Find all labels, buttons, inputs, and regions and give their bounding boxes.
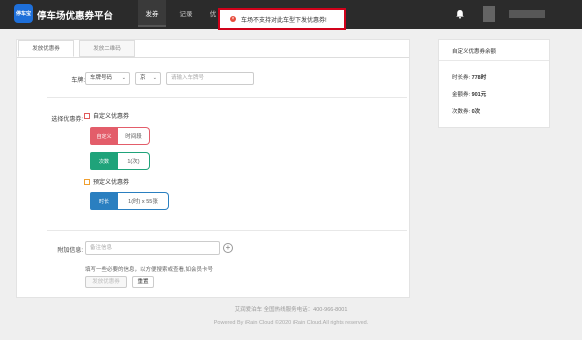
chevron-down-icon: ⌄ [121,75,126,81]
balance-duration: 时长券: 778时 [452,73,486,81]
plate-label: 车牌: [71,78,85,84]
issue-card: 发放优惠券 发放二维码 车牌: 车牌号码 ⌄ 京 ⌄ 请输入车牌号 选择优惠券:… [16,39,410,298]
coupon-duration[interactable]: 时长 1(时) x 55张 [90,192,169,210]
error-icon: × [230,15,236,22]
balance-count: 次数券: 0次 [452,107,480,115]
flag-icon [84,112,90,119]
add-icon[interactable]: + [223,243,233,253]
plate-type-value: 车牌号码 [90,75,113,81]
coupon-tag: 时长 [90,192,118,210]
chevron-down-icon: ⌄ [152,75,157,81]
reset-button[interactable]: 重置 [132,276,154,288]
extra-info-input[interactable]: 备注信息 [85,241,220,255]
divider [47,230,407,231]
issue-coupon-button[interactable]: 发放优惠券 [85,276,127,288]
balance-duration-value: 778时 [471,75,487,81]
balance-count-value: 0次 [471,109,481,115]
nav-issue[interactable]: 发券 [138,0,166,29]
extra-info-label: 附加信息: [57,248,83,254]
balance-card: 自定义优惠券余额 时长券: 778时 金额券: 901元 次数券: 0次 [438,39,550,128]
plate-type-select[interactable]: 车牌号码 ⌄ [85,72,130,85]
balance-duration-label: 时长券: [452,75,471,81]
footer-contact: 艾润爱泊车 全国热线服务电话：400-966-8001 [234,307,348,313]
coupon-count[interactable]: 次数 1(次) [90,152,150,170]
tab-issue-coupon[interactable]: 发放优惠券 [18,40,74,57]
divider [47,97,407,98]
footer-copyright: Powered By iRain Cloud ©2020 iRain Cloud… [213,320,369,326]
preset-coupon-heading-text: 预定义优惠券 [93,180,130,186]
tab-issue-qrcode[interactable]: 发放二维码 [79,40,135,57]
extra-info-hint: 填写一些必要的信息，以方便搜索或查看,如会员卡号 [85,267,214,273]
coupon-value: 时间段 [118,127,150,145]
coupon-custom-timeslot[interactable]: 自定义 时间段 [90,127,150,145]
coupon-value: 1(次) [118,152,150,170]
plate-number-input[interactable]: 请输入车牌号 [166,72,254,85]
toast-message: 车场不支持对此车型下发优惠券! [241,17,327,24]
tab-divider [17,57,409,58]
balance-amount-value: 901元 [471,92,487,98]
avatar[interactable] [483,6,495,22]
error-toast: × 车场不支持对此车型下发优惠券! [218,8,346,30]
username-blurred[interactable] [509,10,545,18]
coupon-tag: 自定义 [90,127,118,145]
balance-amount: 金额券: 901元 [452,90,486,98]
balance-title: 自定义优惠券余额 [452,49,497,55]
app-logo: 停车宝 [14,4,33,23]
nav-records[interactable]: 记录 [172,0,200,29]
preset-coupon-heading: 预定义优惠券 [84,177,129,186]
province-value: 京 [140,75,146,81]
province-select[interactable]: 京 ⌄ [135,72,161,85]
coupon-select-label: 选择优惠券: [51,117,83,123]
custom-coupon-heading: 自定义优惠券 [84,111,129,120]
custom-coupon-heading-text: 自定义优惠券 [93,114,130,120]
bell-icon[interactable] [455,9,465,19]
coupon-value: 1(时) x 55张 [118,192,169,210]
divider [439,60,549,61]
balance-amount-label: 金额券: [452,92,471,98]
app-title: 停车场优惠券平台 [37,11,114,22]
balance-count-label: 次数券: [452,109,471,115]
coupon-tag: 次数 [90,152,118,170]
flag-icon [84,178,90,185]
